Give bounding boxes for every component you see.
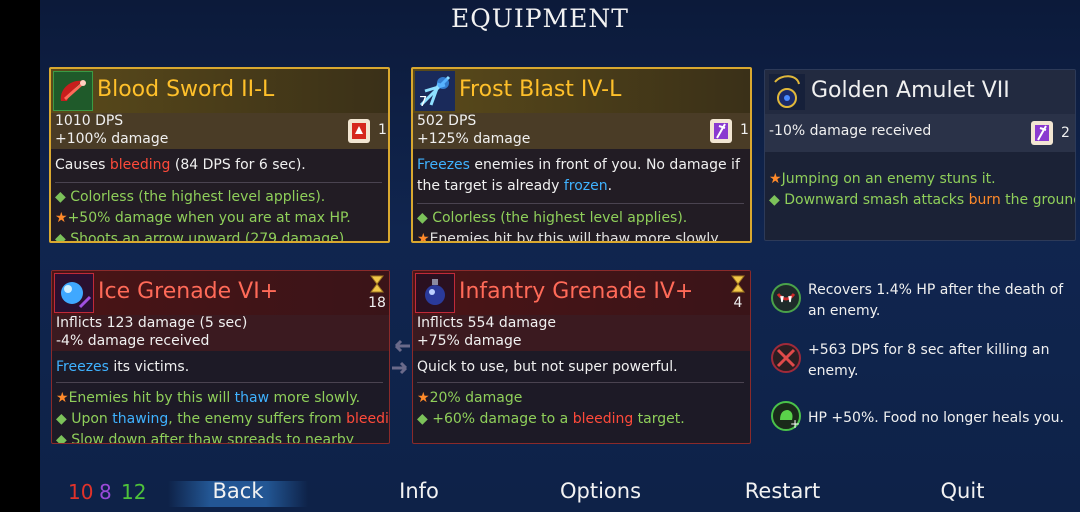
options-button[interactable]: Options [553,479,648,503]
damage-bonus: +100% damage [55,131,169,147]
card-header: Ice Grenade VI+ 18 [52,271,389,315]
affix-slowdown: ◆ Slow down after thaw spreads to nearby [56,432,355,444]
skill-description: Freezes its victims. [56,359,190,375]
scroll-count: 1 [378,122,387,138]
amulet-name: Golden Amulet VII [811,78,1010,103]
back-button[interactable]: Back [198,479,278,503]
skill-bonus: -4% damage received [56,333,210,349]
quit-button[interactable]: Quit [930,479,995,503]
affix-damage: ★20% damage [417,390,523,406]
card-header: Golden Amulet VII [765,70,1075,114]
stat-block: 502 DPS +125% damage 1 [413,113,750,149]
dps-value: 502 DPS [417,113,477,129]
swap-arrows-icon[interactable] [390,338,412,378]
stat-block: -10% damage received 2 [765,114,1075,152]
affix-bleeding-target: ◆ +60% damage to a bleeding target. [417,411,685,427]
skill-card-ice-grenade[interactable]: Ice Grenade VI+ 18 Inflicts 123 damage (… [51,270,390,444]
affix-bleeding: ◆ Upon thawing, the enemy suffers from b… [56,411,389,427]
left-black-bar [0,0,40,512]
affix-colorless: ◆ Colorless (the highest level applies). [55,189,326,205]
divider [417,203,744,204]
weapon-description: Freezes enemies in front of you. No dama… [417,157,740,194]
tactics-counter: 8 [99,480,112,504]
weapon-card-blood-sword[interactable]: Blood Sword II-L 1010 DPS +100% damage 1… [49,67,390,243]
survival-counter: 12 [121,480,147,504]
mutation-text: HP +50%. Food no longer heals you. [808,410,1064,426]
skill-card-infantry-grenade[interactable]: Infantry Grenade IV+ 4 Inflicts 554 dama… [412,270,751,444]
mutation-necromancy[interactable]: + HP +50%. Food no longer heals you. [768,400,1068,436]
scroll-count: 1 [740,122,749,138]
hourglass-icon [370,275,384,293]
stat-block: 1010 DPS +100% damage 1 [51,113,388,149]
card-header: 7 Frost Blast IV-L [413,69,750,113]
infantry-grenade-icon [414,272,456,314]
page-title: EQUIPMENT [451,4,629,33]
card-header: Infantry Grenade IV+ 4 [413,271,750,315]
level-badge: 7 [419,95,428,110]
amulet-card[interactable]: Golden Amulet VII -10% damage received 2… [764,69,1076,241]
skill-description: Quick to use, but not super powerful. [417,359,678,375]
weapon-name: Blood Sword II-L [97,77,275,102]
mutation-text: +563 DPS for 8 sec after killing an enem… [808,342,1050,379]
tactics-scroll-icon [707,116,735,146]
brutality-counter: 10 [68,480,94,504]
brutality-scroll-icon [345,116,373,146]
weapon-description: Causes bleeding (84 DPS for 6 sec). [55,157,306,173]
crossed-swords-icon [770,342,802,374]
affix-colorless: ◆ Colorless (the highest level applies). [417,210,688,226]
vampire-fangs-icon [770,282,802,314]
stat-block: Inflicts 123 damage (5 sec) -4% damage r… [52,315,389,351]
card-header: Blood Sword II-L [51,69,388,113]
restart-button[interactable]: Restart [735,479,830,503]
frost-blast-icon: 7 [415,71,455,111]
skill-damage: Inflicts 123 damage (5 sec) [56,315,248,331]
mutation-vampirism[interactable]: Recovers 1.4% HP after the death of an e… [768,280,1068,324]
affix-thaw: ★Enemies hit by this will thaw more slow… [417,231,722,243]
weapon-card-frost-blast[interactable]: 7 Frost Blast IV-L 502 DPS +125% damage … [411,67,752,243]
damage-bonus: +125% damage [417,131,531,147]
affix-arrow: ◆ Shoots an arrow upward (279 damage). [55,231,349,243]
cooldown-value: 18 [368,295,386,311]
affix-max-hp: ★+50% damage when you are at max HP. [55,210,351,226]
tactics-scroll-icon [1028,118,1056,148]
stat-block: Inflicts 554 damage +75% damage [413,315,750,351]
skill-bonus: +75% damage [417,333,522,349]
scroll-count: 2 [1061,125,1070,141]
mutation-killer-instinct[interactable]: +563 DPS for 8 sec after killing an enem… [768,340,1068,384]
ice-grenade-icon [53,272,95,314]
skill-damage: Inflicts 554 damage [417,315,556,331]
divider [56,382,383,383]
skill-name: Infantry Grenade IV+ [459,279,694,304]
info-button[interactable]: Info [389,479,449,503]
green-fist-icon: + [770,400,802,432]
skill-name: Ice Grenade VI+ [98,279,279,304]
cooldown-value: 4 [733,295,743,311]
blood-sword-icon [52,70,94,112]
weapon-name: Frost Blast IV-L [459,77,622,102]
mutation-text: Recovers 1.4% HP after the death of an e… [808,282,1064,319]
amulet-stat: -10% damage received [769,123,932,139]
affix-thaw: ★Enemies hit by this will thaw more slow… [56,390,361,406]
dps-value: 1010 DPS [55,113,124,129]
divider [55,182,382,183]
svg-text:+: + [790,417,800,431]
hourglass-icon [731,275,745,293]
affix-stun: ★Jumping on an enemy stuns it. [769,171,996,187]
amulet-icon [767,72,807,112]
divider [417,382,744,383]
affix-burn: ◆ Downward smash attacks burn the ground… [769,192,1075,208]
